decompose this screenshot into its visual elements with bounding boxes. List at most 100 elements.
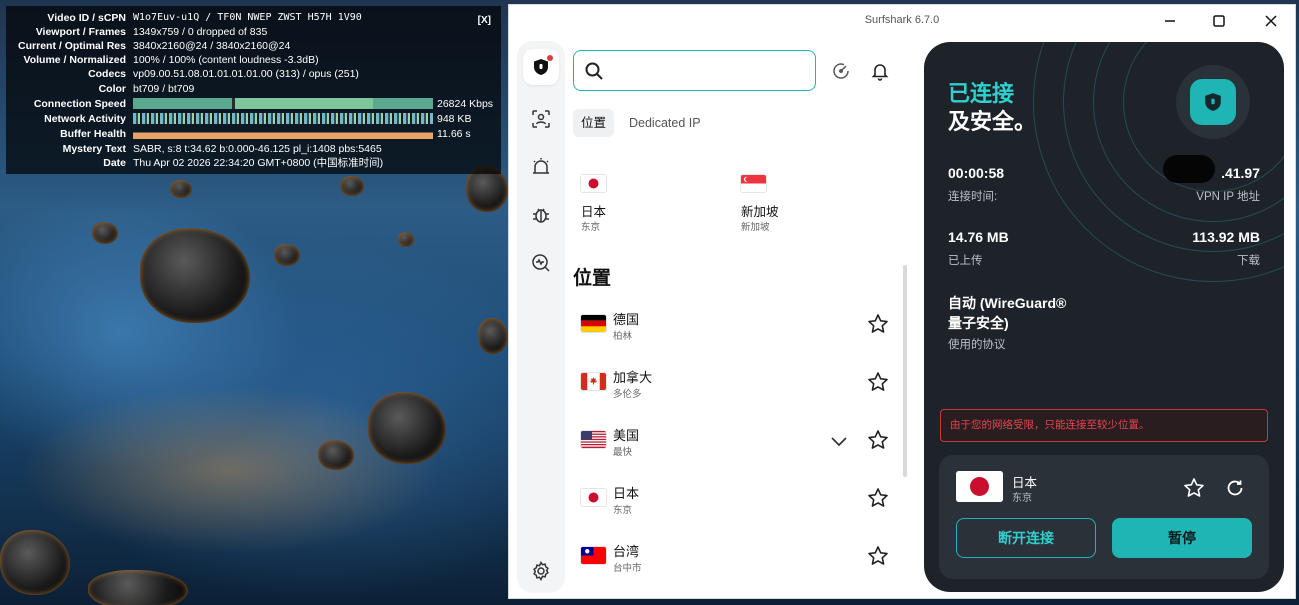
stat-key: Viewport / Frames	[35, 26, 126, 38]
network-restricted-warning: 由于您的网络受限，只能连接至较少位置。	[940, 409, 1268, 442]
sidebar-item-antivirus[interactable]	[529, 203, 553, 227]
stat-key: Codecs	[88, 68, 126, 80]
flag-canada-icon	[581, 373, 606, 390]
speed-test-button[interactable]	[830, 60, 852, 82]
location-row[interactable]: 德国 柏林	[573, 303, 899, 349]
vpn-ip-label: VPN IP 地址	[1196, 191, 1260, 203]
stats-close-button[interactable]: [X]	[478, 15, 491, 26]
location-country: 美国	[613, 428, 640, 443]
star-icon[interactable]	[867, 429, 889, 451]
stat-key: Buffer Health	[60, 128, 126, 140]
chevron-down-icon[interactable]	[829, 431, 849, 451]
connected-city: 东京	[1012, 493, 1032, 504]
stat-row: Connection Speed 26824 Kbps	[6, 97, 501, 111]
flag-taiwan-icon	[581, 547, 606, 564]
asteroid	[478, 318, 508, 354]
stat-key: Color	[98, 83, 126, 95]
stat-value: bt709 / bt709	[133, 83, 195, 95]
asteroid	[92, 222, 118, 244]
star-icon[interactable]	[867, 313, 889, 335]
alarm-icon	[533, 158, 549, 174]
shield-icon	[1205, 93, 1221, 111]
location-row[interactable]: 加拿大 多伦多	[573, 361, 899, 407]
status-secure: 及安全。	[948, 109, 1037, 134]
sidebar-item-alternative-id[interactable]	[529, 107, 553, 131]
buffer-health-graph	[133, 128, 433, 139]
locations-heading: 位置	[573, 268, 612, 289]
status-shield	[1176, 65, 1250, 139]
stat-value: SABR, s:8 t:34.62 b:0.000-46.125 pl_i:14…	[133, 143, 382, 155]
vpn-ip-value: .41.97	[1221, 165, 1260, 181]
tab-dedicated-ip[interactable]: Dedicated IP	[621, 109, 709, 137]
asteroid	[88, 570, 188, 605]
bell-icon	[871, 64, 889, 81]
search-box[interactable]	[573, 50, 816, 91]
surfshark-window: Surfshark 6.7.0 位置 Dedicated IP 日本 东京 新加…	[509, 5, 1295, 598]
close-icon	[1265, 15, 1277, 27]
star-icon[interactable]	[867, 371, 889, 393]
title-bar: Surfshark 6.7.0	[509, 5, 1295, 35]
sidebar	[517, 41, 565, 593]
recent-location-city: 新加坡	[741, 222, 770, 233]
decorative-ring	[1033, 42, 1284, 282]
close-button[interactable]	[1251, 9, 1291, 33]
connection-time-label: 连接时间:	[948, 191, 998, 203]
recent-location-city: 东京	[581, 222, 601, 233]
flag-usa-icon	[581, 431, 606, 448]
pause-button[interactable]: 暂停	[1112, 518, 1252, 558]
sidebar-item-settings[interactable]	[529, 559, 553, 583]
stat-row: Network Activity 948 KB	[6, 112, 501, 126]
stat-value: 1349x759 / 0 dropped of 835	[133, 26, 268, 38]
stat-value: 11.66 s	[437, 128, 471, 140]
location-row[interactable]: 日本 东京	[573, 477, 899, 523]
notifications-button[interactable]	[869, 60, 891, 82]
stat-value: vp09.00.51.08.01.01.01.01.00 (313) / opu…	[133, 68, 359, 80]
sidebar-item-search[interactable]	[529, 251, 553, 275]
asteroid	[398, 232, 414, 247]
location-city: 多伦多	[613, 389, 642, 400]
flag-japan-icon	[956, 471, 1003, 502]
asteroid	[170, 180, 192, 198]
location-country: 日本	[613, 486, 640, 501]
uploaded-value: 14.76 MB	[948, 229, 1009, 245]
star-icon[interactable]	[867, 545, 889, 567]
recent-location-country: 新加坡	[741, 205, 779, 219]
shield-icon	[534, 59, 548, 75]
reconnect-button[interactable]	[1224, 477, 1246, 499]
bug-icon	[533, 208, 549, 223]
gear-icon	[533, 561, 549, 581]
stat-key: Connection Speed	[33, 98, 126, 110]
flag-japan-icon	[581, 175, 606, 192]
star-icon	[1184, 478, 1204, 497]
stat-value: W1o7Euv-u1Q / TF0N NWEP ZWST H57H 1V90	[133, 12, 362, 23]
stat-row: Buffer Health 11.66 s	[6, 127, 501, 141]
location-city: 台中市	[613, 563, 642, 574]
face-scan-icon	[532, 110, 550, 128]
speedometer-icon	[833, 63, 849, 79]
location-country: 德国	[613, 312, 640, 327]
favorite-button[interactable]	[1183, 477, 1205, 499]
connection-status-panel: 已连接 及安全。 00:00:58 连接时间: .41.97 VPN IP 地址…	[924, 42, 1284, 592]
locations-scrollbar[interactable]	[903, 265, 907, 477]
connection-speed-graph	[133, 98, 433, 109]
network-activity-graph	[133, 113, 433, 124]
location-row[interactable]: 美国 最快	[573, 419, 899, 465]
location-city: 东京	[613, 505, 633, 516]
sidebar-item-alert[interactable]	[529, 155, 553, 179]
uploaded-label: 已上传	[948, 255, 983, 267]
disconnect-button[interactable]: 断开连接	[956, 518, 1096, 558]
maximize-button[interactable]	[1199, 9, 1239, 33]
current-connection-card: 日本 东京 断开连接 暂停	[939, 455, 1269, 579]
star-icon[interactable]	[867, 487, 889, 509]
flag-germany-icon	[581, 315, 606, 332]
search-icon	[585, 62, 603, 80]
downloaded-value: 113.92 MB	[1192, 229, 1260, 245]
search-input[interactable]	[610, 59, 805, 81]
tab-locations[interactable]: 位置	[573, 109, 615, 137]
stat-value: 100% / 100% (content loudness -3.3dB)	[133, 54, 319, 66]
minimize-button[interactable]	[1150, 9, 1190, 33]
notification-dot	[547, 55, 553, 61]
refresh-icon	[1227, 480, 1243, 496]
location-row[interactable]: 台湾 台中市	[573, 535, 899, 581]
sidebar-item-vpn[interactable]	[523, 49, 559, 85]
